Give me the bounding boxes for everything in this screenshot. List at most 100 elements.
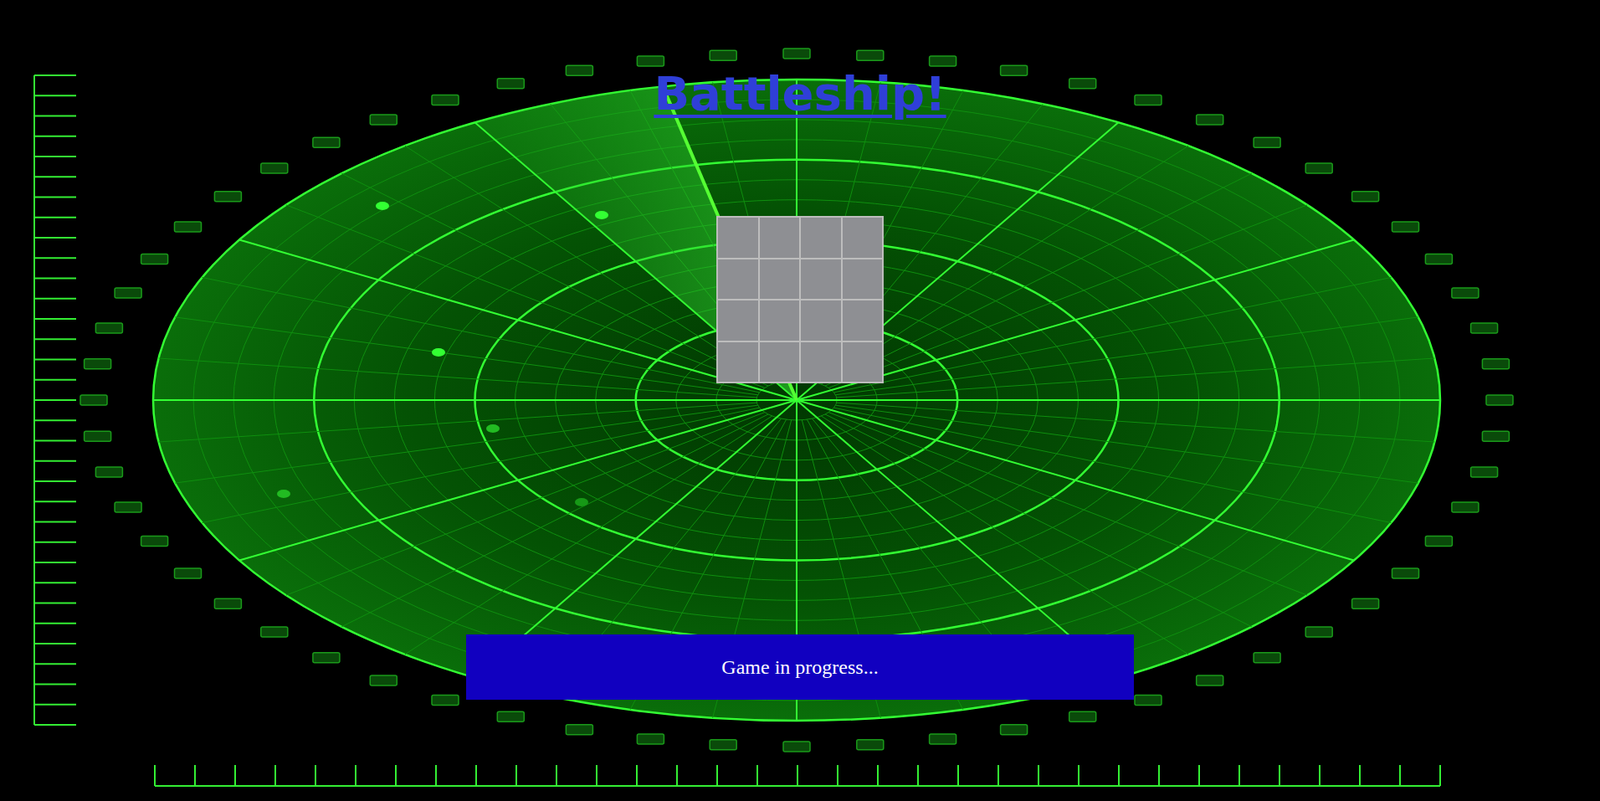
ruler-tick [796, 764, 799, 786]
board-cell[interactable] [758, 341, 801, 384]
radar-dash [214, 191, 242, 202]
radar-dash [1451, 287, 1479, 298]
radar-dash [174, 568, 202, 579]
radar-dash [1253, 652, 1281, 663]
ruler-tick [234, 764, 236, 786]
ruler-tick [34, 642, 77, 645]
radar-spoke [825, 414, 1252, 627]
radar-spoke [820, 415, 1189, 655]
ruler-tick [1399, 764, 1401, 786]
ruler-tick [34, 703, 77, 706]
ruler-tick [34, 338, 77, 340]
radar-dash [95, 323, 123, 334]
ruler-tick [34, 399, 77, 401]
radar-spoke [825, 173, 1252, 386]
radar-dash [1196, 675, 1224, 686]
board-cell[interactable] [717, 341, 759, 384]
radar-dash [1134, 695, 1162, 706]
radar-dash [1392, 568, 1420, 579]
board-cell[interactable] [800, 341, 842, 384]
radar-ring [153, 79, 1441, 721]
ruler-tick [716, 764, 718, 786]
radar-spoke [158, 402, 758, 442]
radar-dash [431, 95, 459, 106]
radar-dash [1305, 163, 1333, 174]
radar-spoke [796, 240, 1354, 400]
ruler-tick [34, 94, 77, 97]
board-cell[interactable] [717, 216, 759, 259]
game-board [716, 215, 884, 384]
ruler-tick [1358, 764, 1361, 786]
radar-dash-ring [80, 48, 1513, 752]
board-cell[interactable] [841, 299, 884, 342]
board-cell[interactable] [841, 258, 884, 301]
ruler-tick [1077, 764, 1080, 786]
ruler-tick [34, 297, 77, 300]
ruler-tick [34, 277, 77, 280]
radar-blip [486, 424, 500, 433]
radar-spoke [835, 405, 1418, 483]
board-cell[interactable] [758, 258, 801, 301]
radar-dash [565, 724, 593, 735]
ruler-tick [34, 236, 77, 239]
ruler-tick [34, 74, 77, 77]
board-cell[interactable] [758, 216, 801, 259]
radar-spoke [286, 412, 765, 596]
ruler-tick [354, 764, 357, 786]
radar-spoke [796, 400, 1354, 560]
radar-dash [783, 741, 811, 752]
radar-spoke [174, 405, 758, 483]
ruler-tick [194, 764, 196, 786]
radar-blip [375, 201, 390, 211]
board-cell[interactable] [800, 216, 842, 259]
ruler-tick [836, 764, 839, 786]
radar-dash [497, 78, 524, 89]
radar-spoke [796, 122, 1119, 400]
radar-dash [1482, 358, 1509, 370]
radar-spoke [341, 414, 769, 627]
board-cell[interactable] [717, 299, 759, 342]
ruler-tick [1278, 764, 1281, 786]
radar-dash [1134, 95, 1162, 106]
ruler-tick [394, 764, 397, 786]
ruler-tick [917, 764, 919, 786]
radar-dash [783, 48, 811, 59]
radar-dash [1253, 137, 1281, 148]
radar-dash [929, 733, 957, 744]
radar-dash [80, 394, 108, 406]
ruler-tick [1318, 764, 1321, 786]
radar-dash [369, 114, 397, 125]
ruler-tick [34, 379, 77, 381]
ruler-tick [34, 662, 77, 665]
radar-spoke [836, 402, 1436, 442]
ruler-tick [34, 155, 77, 158]
radar-blip [574, 497, 589, 507]
board-cell[interactable] [841, 216, 884, 259]
radar-spoke [828, 412, 1308, 596]
ruler-tick [475, 764, 477, 786]
radar-spoke [153, 399, 797, 401]
ruler-tick [34, 622, 77, 625]
radar-dash [1305, 626, 1333, 637]
radar-dash [856, 739, 884, 750]
board-cell[interactable] [800, 258, 842, 301]
radar-dash [1352, 598, 1380, 609]
status-text: Game in progress... [721, 651, 878, 683]
board-cell[interactable] [841, 341, 884, 384]
board-cell[interactable] [717, 258, 759, 301]
game-screen: Battleship! Game in progress... [0, 0, 1600, 801]
radar-dash [856, 50, 884, 61]
radar-dash [1471, 323, 1498, 334]
radar-spoke [836, 358, 1436, 398]
radar-dash [1471, 466, 1498, 477]
board-cell[interactable] [800, 299, 842, 342]
radar-dash [114, 287, 142, 298]
radar-dash [312, 652, 340, 663]
radar-dash [431, 695, 459, 706]
ruler-tick [595, 764, 598, 786]
ruler-tick [635, 764, 638, 786]
radar-dash [1486, 394, 1513, 406]
board-cell[interactable] [758, 299, 801, 342]
radar-dash [1425, 535, 1452, 546]
radar-spoke [828, 205, 1308, 389]
